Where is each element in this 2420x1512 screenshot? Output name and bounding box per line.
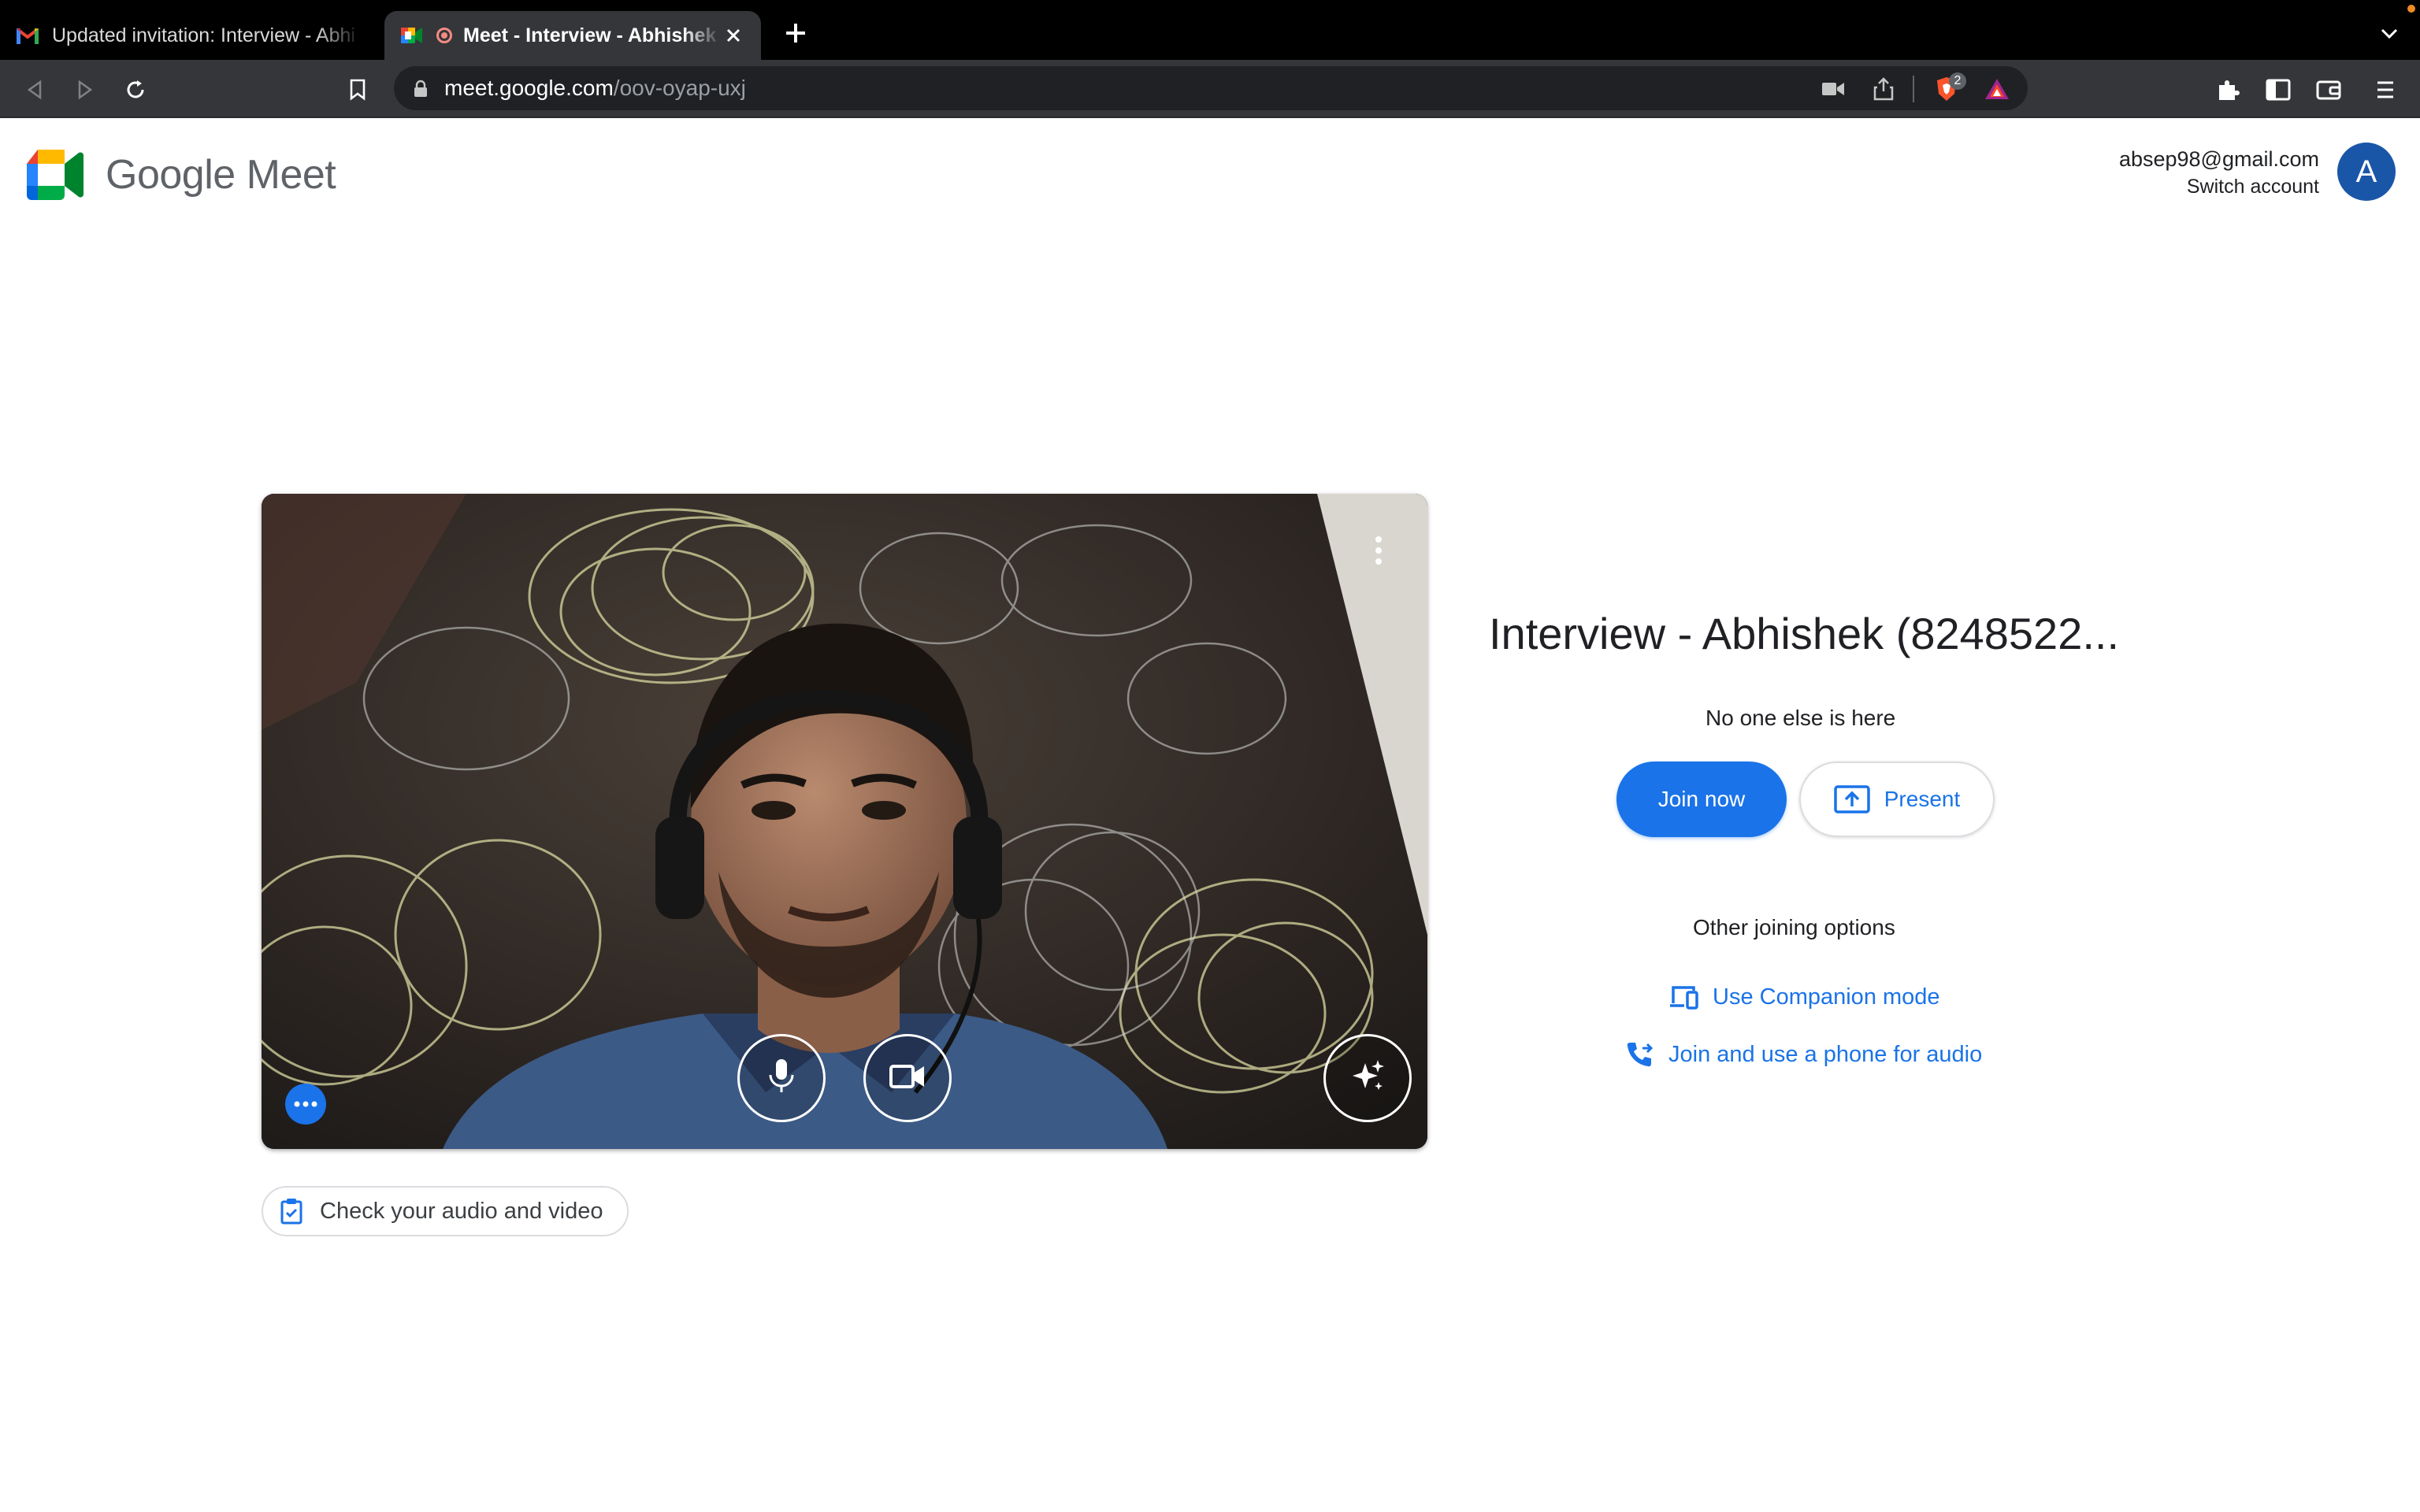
avatar[interactable]: A xyxy=(2337,143,2396,201)
more-options-kebab-icon[interactable] xyxy=(1372,535,1385,566)
clipboard-check-icon xyxy=(277,1197,306,1225)
shields-count-badge: 2 xyxy=(1949,72,1966,90)
tab-search-chevron-down-icon[interactable] xyxy=(2377,22,2401,46)
companion-devices-icon xyxy=(1668,982,1698,1012)
lock-icon[interactable] xyxy=(411,79,430,98)
address-bar-divider xyxy=(1913,76,1914,102)
meet-icon xyxy=(400,24,424,47)
tab-gmail-invitation[interactable]: Updated invitation: Interview - Abhi xyxy=(0,11,378,60)
switch-account-link[interactable]: Switch account xyxy=(2119,173,2319,200)
phone-audio-label: Join and use a phone for audio xyxy=(1668,1041,1983,1067)
account-info: absep98@gmail.com Switch account xyxy=(2119,145,2319,200)
phone-forwarded-icon xyxy=(1624,1040,1654,1069)
camera-in-use-icon[interactable] xyxy=(1820,76,1847,102)
sparkle-effects-icon xyxy=(1349,1058,1386,1099)
reload-icon[interactable] xyxy=(120,74,151,106)
forward-arrow-icon[interactable] xyxy=(69,74,101,106)
sidebar-toggle-icon[interactable] xyxy=(2262,74,2294,106)
google-meet-logo-icon[interactable] xyxy=(27,150,87,200)
companion-mode-link[interactable]: Use Companion mode xyxy=(1668,982,1940,1012)
self-video-preview xyxy=(262,494,1427,1149)
browser-tab-strip: Updated invitation: Interview - Abhi Mee… xyxy=(0,0,2420,60)
new-tab-button[interactable] xyxy=(780,17,811,49)
url-text: meet.google.com/oov-oyap-uxj xyxy=(444,76,746,101)
microphone-toggle-button[interactable] xyxy=(737,1034,826,1122)
url-path: /oov-oyap-uxj xyxy=(613,76,746,100)
url-host: meet.google.com xyxy=(444,76,614,100)
gmail-icon xyxy=(16,24,39,47)
address-bar[interactable]: meet.google.com/oov-oyap-uxj 2 xyxy=(394,66,2028,110)
browser-toolbar: meet.google.com/oov-oyap-uxj 2 xyxy=(0,60,2420,118)
tab-meet-interview[interactable]: Meet - Interview - Abhishek ( xyxy=(384,11,761,60)
microphone-icon xyxy=(766,1058,797,1099)
brave-rewards-icon[interactable] xyxy=(1984,76,2010,102)
visual-effects-button[interactable] xyxy=(1323,1034,1412,1122)
tab-title: Meet - Interview - Abhishek ( xyxy=(463,24,722,46)
brave-shields-icon[interactable]: 2 xyxy=(1933,72,1966,102)
meeting-title: Interview - Abhishek (8248522... xyxy=(1489,609,2120,658)
more-horizontal-icon xyxy=(294,1097,317,1111)
join-now-button[interactable]: Join now xyxy=(1616,762,1787,837)
present-button[interactable]: Present xyxy=(1799,762,1995,837)
participants-status: No one else is here xyxy=(1706,706,1896,730)
back-arrow-icon[interactable] xyxy=(19,74,50,106)
google-meet-wordmark: Google Meet xyxy=(106,152,336,198)
close-tab-icon[interactable] xyxy=(722,24,745,47)
camera-toggle-button[interactable] xyxy=(863,1034,952,1122)
more-actions-button[interactable] xyxy=(285,1084,326,1125)
present-label: Present xyxy=(1884,787,1961,811)
check-audio-video-button[interactable]: Check your audio and video xyxy=(262,1186,629,1236)
browser-menu-icon[interactable] xyxy=(2370,74,2401,106)
present-screen-icon xyxy=(1834,784,1870,814)
other-joining-options-heading: Other joining options xyxy=(1693,915,1895,939)
camera-feed-image xyxy=(262,494,1427,1149)
companion-mode-label: Use Companion mode xyxy=(1713,984,1940,1010)
phone-audio-link[interactable]: Join and use a phone for audio xyxy=(1624,1040,1982,1069)
bookmark-icon[interactable] xyxy=(342,74,373,106)
wallet-icon[interactable] xyxy=(2313,74,2344,106)
notification-dot xyxy=(2407,5,2415,13)
share-icon[interactable] xyxy=(1870,76,1897,102)
tab-title: Updated invitation: Interview - Abhi xyxy=(52,24,355,46)
recording-indicator-icon xyxy=(436,28,452,43)
video-camera-icon xyxy=(889,1062,926,1095)
account-email: absep98@gmail.com xyxy=(2118,147,2319,171)
extensions-puzzle-icon[interactable] xyxy=(2212,74,2244,106)
check-audio-video-label: Check your audio and video xyxy=(320,1198,603,1224)
